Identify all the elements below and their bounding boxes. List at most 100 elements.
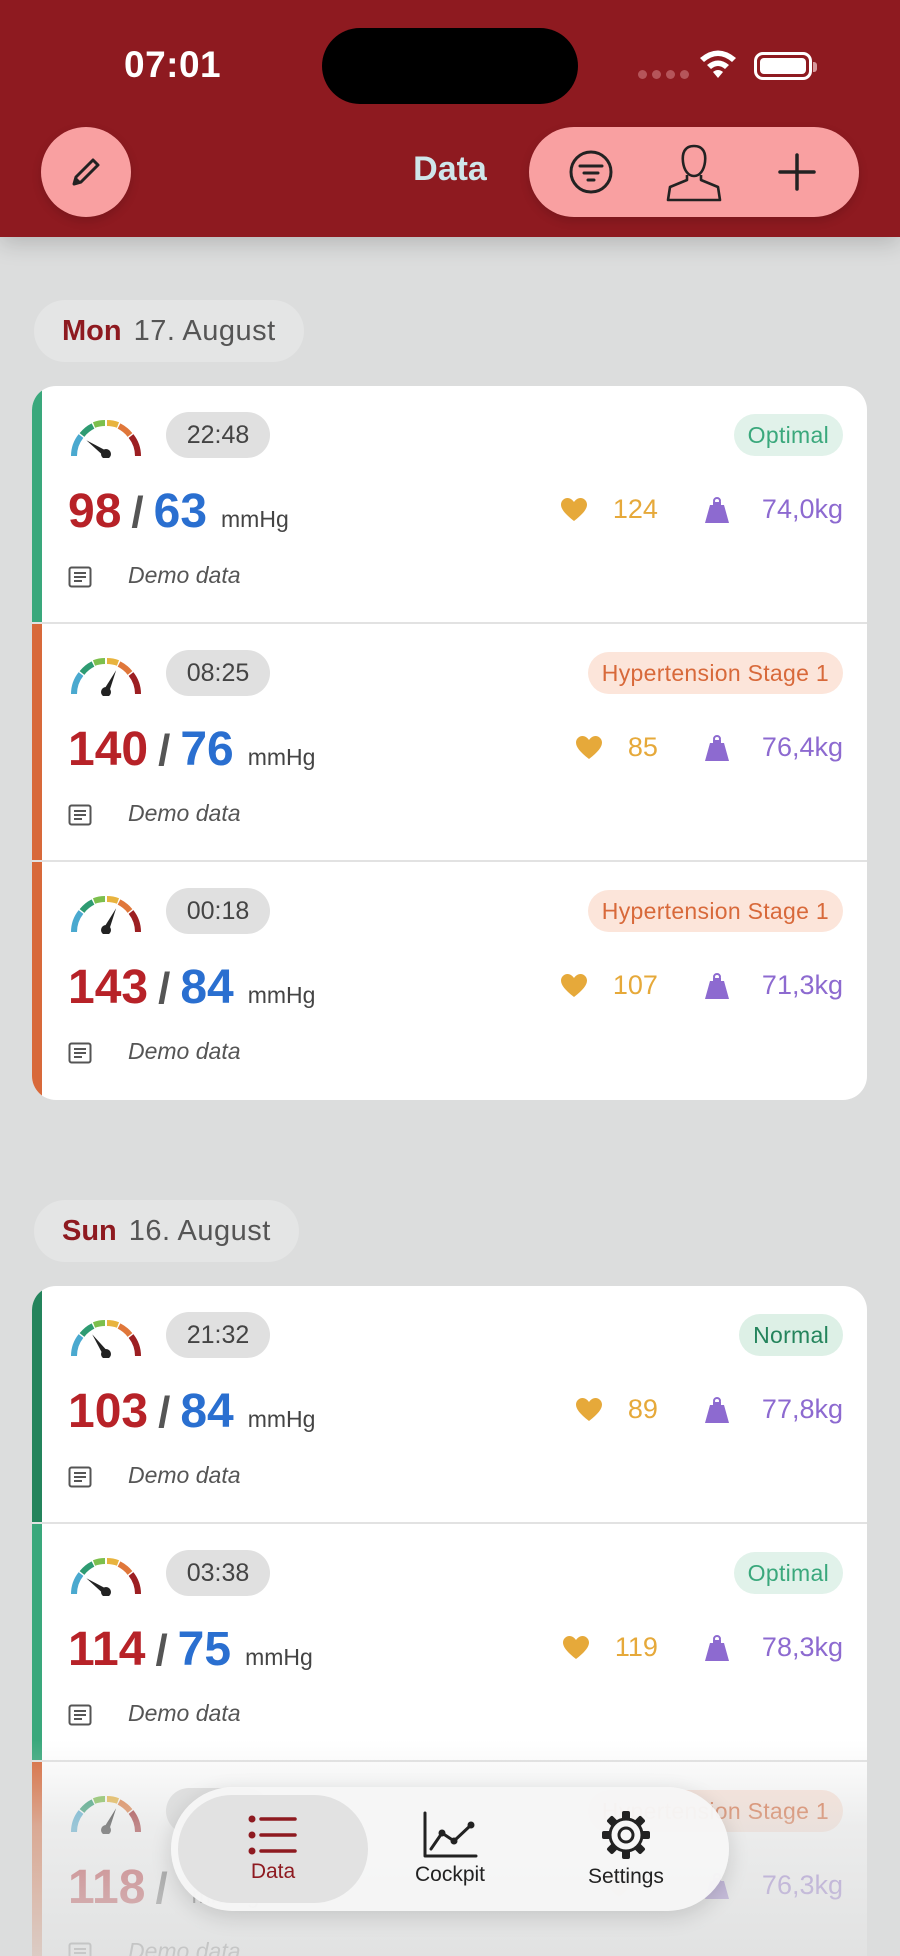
bp-unit: mmHg — [247, 744, 316, 770]
chart-icon — [423, 1811, 478, 1858]
heart-icon — [562, 1635, 589, 1659]
blood-pressure: 103 / 84 mmHg — [68, 1384, 315, 1439]
measurement-entry[interactable]: 21:32 Normal 103 / 84 mmHg 89 77,8kg Dem… — [32, 1286, 867, 1524]
signal-icon — [638, 70, 689, 79]
note-icon — [68, 804, 92, 826]
pulse-value: 89 — [627, 1394, 658, 1424]
note-icon — [68, 566, 92, 588]
tab-data-label: Data — [250, 1860, 296, 1883]
tab-settings-label: Settings — [588, 1865, 664, 1888]
plus-icon — [778, 153, 817, 191]
diastolic-value: 63 — [153, 485, 208, 538]
pulse-value: 119 — [614, 1632, 658, 1662]
filter-button[interactable] — [551, 132, 631, 212]
scale-icon — [704, 1634, 729, 1661]
systolic-value: 98 — [68, 485, 122, 538]
diastolic-value: 84 — [180, 961, 234, 1014]
entry-note: Demo data — [128, 1038, 241, 1064]
note-icon — [68, 1704, 92, 1726]
vitals: 85 76,4kg — [575, 732, 843, 763]
tab-cockpit-label: Cockpit — [414, 1863, 486, 1886]
category-stripe — [32, 1524, 42, 1760]
tab-settings[interactable]: Settings — [531, 1795, 721, 1903]
gauge-icon — [70, 420, 142, 458]
day-date: 17. August — [133, 314, 276, 347]
tab-cockpit[interactable]: Cockpit — [355, 1795, 545, 1903]
day-weekday: Sun — [62, 1214, 117, 1247]
gauge-icon — [70, 1558, 142, 1596]
tab-data[interactable]: Data — [178, 1795, 368, 1903]
add-entry-button[interactable] — [757, 132, 837, 212]
heart-icon — [560, 497, 587, 521]
note-icon — [68, 1466, 92, 1488]
gauge-icon — [70, 896, 142, 934]
blood-pressure: 114 / 75 mmHg — [68, 1622, 313, 1677]
pulse-value: 85 — [627, 732, 658, 762]
bp-separator: / — [131, 488, 144, 537]
status-time: 07:01 — [124, 44, 222, 85]
gear-icon — [602, 1811, 650, 1859]
category-badge: Hypertension Stage 1 — [587, 890, 843, 932]
measurement-entry[interactable]: 00:18 Hypertension Stage 1 143 / 84 mmHg… — [32, 862, 867, 1100]
entry-time: 08:25 — [166, 650, 270, 696]
weight-value: 78,3kg — [761, 1632, 843, 1662]
category-stripe — [32, 862, 42, 1100]
category-badge: Optimal — [733, 1552, 843, 1594]
weight-value: 71,3kg — [761, 970, 843, 1000]
edit-button[interactable] — [41, 127, 131, 217]
weight-value: 76,4kg — [761, 732, 843, 762]
blood-pressure: 98 / 63 mmHg — [68, 484, 289, 539]
blood-pressure: 140 / 76 mmHg — [68, 722, 315, 777]
category-badge: Normal — [739, 1314, 843, 1356]
pulse-value: 107 — [612, 970, 658, 1000]
scale-icon — [704, 972, 729, 999]
scale-icon — [704, 734, 729, 761]
gauge-icon — [70, 658, 142, 696]
day-weekday: Mon — [62, 314, 122, 347]
category-stripe — [32, 1286, 42, 1522]
diastolic-value: 84 — [180, 1385, 234, 1438]
day-entries: 22:48 Optimal 98 / 63 mmHg 124 74,0kg De… — [32, 386, 867, 1100]
pulse-value: 124 — [612, 494, 658, 524]
tab-bar: Data Cockpit Settings — [171, 1787, 729, 1911]
vitals: 89 77,8kg — [575, 1394, 843, 1425]
bp-separator: / — [158, 1388, 171, 1437]
systolic-value: 140 — [68, 723, 149, 776]
weight-value: 77,8kg — [761, 1394, 843, 1424]
category-badge: Hypertension Stage 1 — [587, 652, 843, 694]
day-header: Mon 17. August — [34, 300, 304, 362]
profile-button[interactable] — [654, 132, 734, 212]
weight-value: 74,0kg — [761, 494, 843, 524]
entry-note: Demo data — [128, 1700, 241, 1726]
battery-icon — [754, 52, 817, 80]
vitals: 119 78,3kg — [562, 1632, 843, 1663]
entry-note: Demo data — [128, 800, 241, 826]
vitals: 107 71,3kg — [560, 970, 843, 1001]
entry-time: 22:48 — [166, 412, 270, 458]
bp-separator: / — [155, 1626, 168, 1675]
entry-time: 03:38 — [166, 1550, 270, 1596]
bp-unit: mmHg — [247, 982, 316, 1008]
wifi-icon — [700, 50, 736, 78]
bp-separator: / — [158, 964, 171, 1013]
systolic-value: 143 — [68, 961, 149, 1014]
day-date: 16. August — [128, 1214, 271, 1247]
systolic-value: 103 — [68, 1385, 149, 1438]
diastolic-value: 76 — [180, 723, 234, 776]
bp-separator: / — [158, 726, 171, 775]
entry-time: 00:18 — [166, 888, 270, 934]
heart-icon — [575, 1397, 602, 1421]
measurement-entry[interactable]: 22:48 Optimal 98 / 63 mmHg 124 74,0kg De… — [32, 386, 867, 624]
page-title: Data — [413, 150, 487, 188]
bp-unit: mmHg — [245, 1644, 313, 1670]
measurement-entry[interactable]: 03:38 Optimal 114 / 75 mmHg 119 78,3kg D… — [32, 1524, 867, 1762]
entry-note: Demo data — [128, 1462, 241, 1488]
top-bar: 07:01 Data — [0, 0, 900, 237]
filter-icon — [569, 150, 613, 194]
measurement-entry[interactable]: 08:25 Hypertension Stage 1 140 / 76 mmHg… — [32, 624, 867, 862]
scale-icon — [704, 496, 729, 523]
category-badge: Optimal — [733, 414, 843, 456]
dynamic-island — [322, 28, 578, 104]
category-stripe — [32, 624, 42, 860]
person-icon — [666, 144, 722, 202]
